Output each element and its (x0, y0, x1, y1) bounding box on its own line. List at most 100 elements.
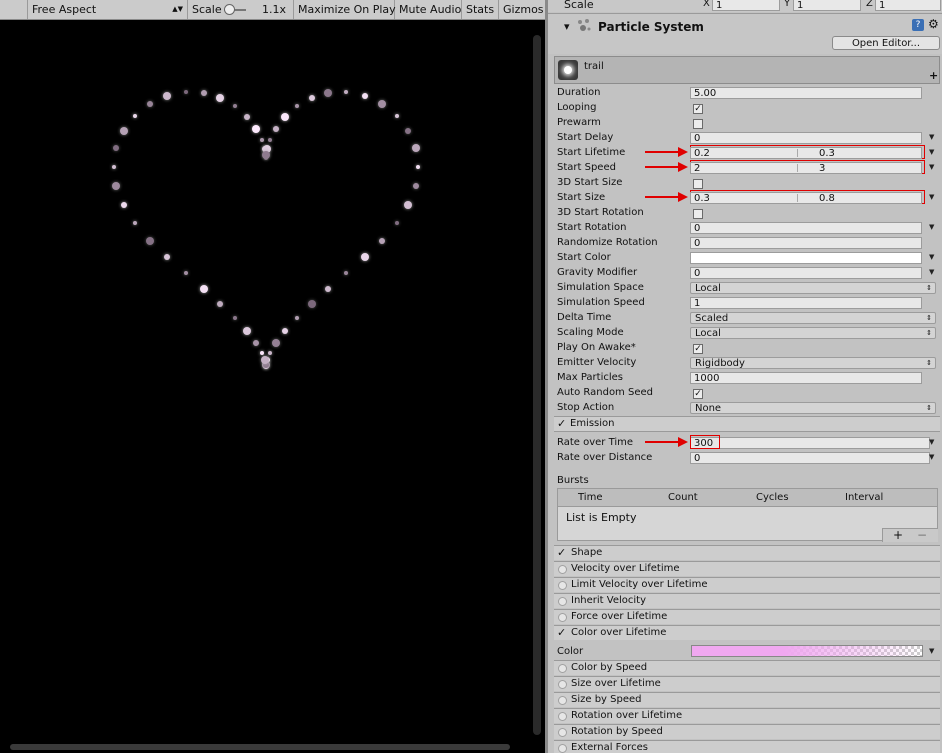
play-on-awake-checkbox[interactable]: ✓ (693, 344, 703, 354)
scaling-mode-dropdown[interactable]: Local ⇕ (690, 327, 936, 339)
3d-start-rotation-checkbox[interactable] (693, 209, 703, 219)
module-color-over-lifetime[interactable]: ✓ Color over Lifetime (554, 625, 940, 640)
max-particles-field[interactable]: 1000 (690, 372, 922, 384)
start-lifetime-max[interactable]: 0.3 (819, 148, 835, 158)
range-divider (797, 194, 798, 202)
scale-x-label: X (703, 0, 710, 9)
prewarm-checkbox[interactable] (693, 119, 703, 129)
dropdown-arrow-icon[interactable]: ▼ (929, 268, 934, 276)
maximize-on-play-toggle[interactable]: Maximize On Play (294, 0, 396, 19)
module-disabled-toggle-icon[interactable] (558, 664, 567, 673)
start-lifetime-range-field[interactable]: 0.2 0.3 (690, 147, 922, 159)
gizmos-toggle[interactable]: Gizmos (499, 0, 545, 19)
start-speed-min[interactable]: 2 (694, 163, 700, 173)
particle-dot (112, 165, 116, 169)
aspect-dropdown[interactable]: Free Aspect ▲▼ (28, 0, 188, 19)
module-inherit-velocity[interactable]: Inherit Velocity (554, 593, 940, 608)
stats-toggle[interactable]: Stats (462, 0, 499, 19)
3d-start-size-checkbox[interactable] (693, 179, 703, 189)
dropdown-arrow-icon[interactable]: ▼ (929, 148, 934, 156)
scale-x-field[interactable]: 1 (712, 0, 780, 11)
dropdown-arrow-icon[interactable]: ▼ (929, 453, 934, 461)
auto-random-seed-checkbox[interactable]: ✓ (693, 389, 703, 399)
particle-dot (411, 144, 420, 153)
module-external-forces[interactable]: External Forces (554, 740, 940, 753)
module-size-by-speed[interactable]: Size by Speed (554, 692, 940, 707)
module-size-over-lifetime[interactable]: Size over Lifetime (554, 676, 940, 691)
plus-icon[interactable]: + (929, 69, 938, 82)
dropdown-arrow-icon[interactable]: ▼ (929, 133, 934, 141)
module-rotation-over-lifetime[interactable]: Rotation over Lifetime (554, 708, 940, 723)
module-disabled-toggle-icon[interactable] (558, 680, 567, 689)
module-disabled-toggle-icon[interactable] (558, 597, 567, 606)
mute-audio-toggle[interactable]: Mute Audio (395, 0, 462, 19)
book-icon[interactable]: ? (912, 19, 924, 31)
start-size-min[interactable]: 0.3 (694, 193, 710, 203)
module-disabled-toggle-icon[interactable] (558, 613, 567, 622)
particle-dot (416, 165, 420, 169)
simulation-speed-field[interactable]: 1 (690, 297, 922, 309)
start-speed-max[interactable]: 3 (819, 163, 825, 173)
module-rotation-by-speed[interactable]: Rotation by Speed (554, 724, 940, 739)
duration-field[interactable]: 5.00 (690, 87, 922, 99)
checkmark-icon[interactable]: ✓ (557, 546, 566, 560)
start-delay-field[interactable]: 0 (690, 132, 922, 144)
checkmark-icon[interactable]: ✓ (557, 417, 566, 430)
dropdown-arrow-icon[interactable]: ▼ (929, 647, 934, 655)
module-shape[interactable]: ✓ Shape (554, 545, 940, 560)
module-disabled-toggle-icon[interactable] (558, 712, 567, 721)
scale-z-field[interactable]: 1 (875, 0, 941, 11)
rate-over-time-field[interactable]: 300 (690, 437, 930, 449)
minus-icon[interactable]: − (917, 528, 927, 542)
game-vertical-scrollbar[interactable] (533, 35, 541, 735)
module-force-over-lifetime[interactable]: Force over Lifetime (554, 609, 940, 624)
stop-action-dropdown[interactable]: None ⇕ (690, 402, 936, 414)
main-module-header[interactable]: trail + (554, 56, 940, 84)
particle-dot (183, 271, 188, 276)
start-lifetime-min[interactable]: 0.2 (694, 148, 710, 158)
rate-over-distance-field[interactable]: 0 (690, 452, 930, 464)
gear-icon[interactable]: ⚙ (928, 17, 939, 31)
dropdown-arrow-icon[interactable]: ▼ (929, 438, 934, 446)
scale-y-field[interactable]: 1 (793, 0, 861, 11)
module-color-by-speed[interactable]: Color by Speed (554, 660, 940, 675)
game-view-canvas[interactable] (0, 20, 545, 753)
particle-dot (294, 104, 299, 109)
scale-slider-thumb[interactable] (224, 4, 235, 15)
randomize-rotation-field[interactable]: 0 (690, 237, 922, 249)
particle-dot (281, 113, 289, 122)
module-disabled-toggle-icon[interactable] (558, 728, 567, 737)
dropdown-arrow-icon[interactable]: ▼ (929, 163, 934, 171)
module-disabled-toggle-icon[interactable] (558, 744, 567, 753)
module-velocity-over-lifetime[interactable]: Velocity over Lifetime (554, 561, 940, 576)
dropdown-arrow-icon[interactable]: ▼ (929, 253, 934, 261)
simulation-space-dropdown[interactable]: Local ⇕ (690, 282, 936, 294)
dropdown-arrow-icon[interactable]: ▼ (929, 223, 934, 231)
game-horizontal-scrollbar[interactable] (10, 744, 510, 750)
start-size-range-field[interactable]: 0.3 0.8 (690, 192, 922, 204)
module-disabled-toggle-icon[interactable] (558, 581, 567, 590)
bursts-label: Bursts (557, 475, 589, 486)
color-gradient-field[interactable] (691, 645, 923, 657)
module-disabled-toggle-icon[interactable] (558, 696, 567, 705)
plus-icon[interactable]: + (893, 528, 903, 542)
particle-dot (324, 88, 333, 97)
dropdown-arrow-icon[interactable]: ▼ (929, 193, 934, 201)
checkmark-icon[interactable]: ✓ (557, 626, 566, 640)
start-color-swatch[interactable] (690, 252, 922, 264)
start-speed-range-field[interactable]: 23 (690, 162, 922, 174)
open-editor-button[interactable]: Open Editor... (832, 36, 940, 50)
module-disabled-toggle-icon[interactable] (558, 565, 567, 574)
duration-label: Duration (557, 87, 601, 98)
looping-checkbox[interactable]: ✓ (693, 104, 703, 114)
particle-dot (261, 151, 270, 160)
component-foldout-icon[interactable]: ▾ (564, 20, 570, 33)
scale-slider-group[interactable]: Scale 1.1x (188, 0, 294, 19)
gravity-modifier-field[interactable]: 0 (690, 267, 922, 279)
emission-module-header[interactable]: ✓ Emission (554, 416, 940, 432)
delta-time-dropdown[interactable]: Scaled ⇕ (690, 312, 936, 324)
emitter-velocity-dropdown[interactable]: Rigidbody ⇕ (690, 357, 936, 369)
start-rotation-field[interactable]: 0 (690, 222, 922, 234)
start-size-max[interactable]: 0.8 (819, 193, 835, 203)
module-limit-velocity-over-lifetime[interactable]: Limit Velocity over Lifetime (554, 577, 940, 592)
